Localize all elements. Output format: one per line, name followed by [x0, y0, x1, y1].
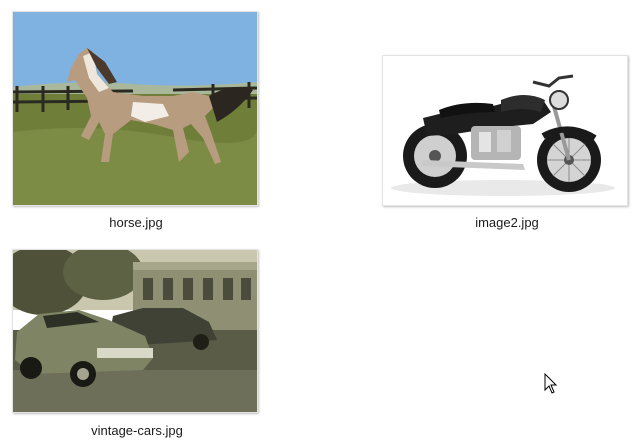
file-label-image2: image2.jpg [475, 215, 539, 230]
file-label-vintage-cars: vintage-cars.jpg [91, 423, 183, 438]
motorcycle-thumbnail[interactable] [382, 55, 628, 206]
file-explorer-view: horse.jpg image2.jpg vintage-cars.jpg [0, 0, 638, 444]
mouse-cursor-icon [544, 373, 558, 395]
vintage-cars-thumbnail[interactable] [12, 249, 258, 413]
vintage-cars-photo-icon [13, 250, 257, 412]
file-label-horse: horse.jpg [109, 215, 163, 230]
horse-photo-icon [13, 12, 257, 205]
horse-thumbnail[interactable] [12, 11, 258, 206]
motorcycle-photo-icon [383, 56, 627, 205]
